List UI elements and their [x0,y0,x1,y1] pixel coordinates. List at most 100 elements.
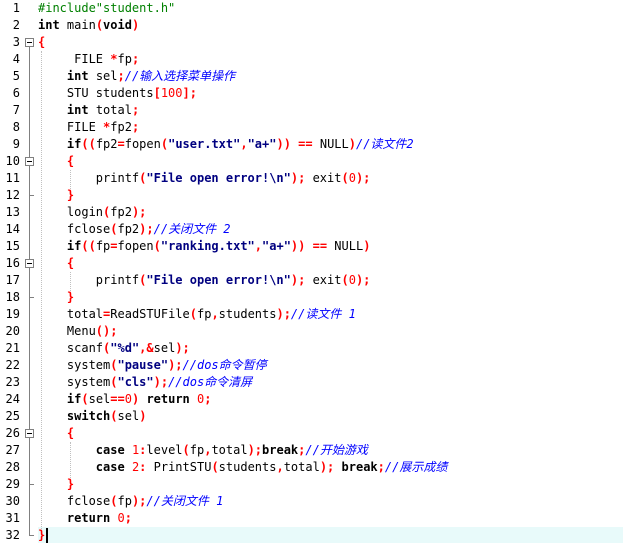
code-line[interactable]: printf("File open error!\n"); exit(0); [38,170,623,187]
code-line[interactable]: } [38,289,623,306]
text-caret [46,528,48,543]
fold-toggle-minus-icon[interactable] [25,38,34,47]
code-token: //关闭文件 2 [153,222,231,236]
code-line[interactable]: case 1:level(fp,total);break;//开始游戏 [38,442,623,459]
code-token: == [312,239,328,253]
code-line[interactable]: switch(sel) [38,408,623,425]
code-line[interactable]: total=ReadSTUFile(fp,students);//读文件 1 [38,306,623,323]
code-token: { [38,35,46,49]
code-token: int [66,69,89,83]
code-token: #include"student.h" [38,1,176,15]
code-token: return [146,392,190,406]
code-line[interactable]: system("cls");//dos命令清屏 [38,374,623,391]
code-token: fp2 [117,222,140,236]
code-line[interactable]: int total; [38,102,623,119]
code-token: )) [290,239,306,253]
code-line[interactable]: system("pause");//dos命令暂停 [38,357,623,374]
fold-toggle-minus-icon[interactable] [25,259,34,268]
code-area[interactable]: #include"student.h" int main(void){ FILE … [38,0,623,543]
line-number: 1 [12,1,20,15]
code-token: ); [168,358,183,372]
code-token: "pause" [117,358,169,372]
code-editor[interactable]: 1 2 3 4 5 6 7 8 9 10 11 12 13 14 15 16 17 18 19 20 21 22 23 24 2… [0,0,623,543]
code-token: == [298,137,313,151]
code-token: //关闭文件 1 [146,494,224,508]
line-number: 20 [5,324,20,338]
code-token: ); [319,460,335,474]
code-line[interactable]: } [38,476,623,493]
code-token: "%d" [110,341,140,355]
code-line[interactable]: scanf("%d",&sel); [38,340,623,357]
code-line[interactable]: FILE *fp; [38,51,623,68]
code-token: ; [377,460,385,474]
code-line[interactable]: if((fp=fopen("ranking.txt","a+")) == NUL… [38,238,623,255]
code-token: ); [175,341,190,355]
code-token: sel [117,409,140,423]
line-number: 22 [5,358,20,372]
code-token: total [88,103,132,117]
code-token: int [66,103,89,117]
code-line[interactable]: fclose(fp2);//关闭文件 2 [38,221,623,238]
code-token: system [38,375,111,389]
code-token: "cls" [117,375,154,389]
line-number: 6 [12,86,20,100]
code-token: ]; [182,86,197,100]
code-token: 0 [117,511,125,525]
code-line[interactable]: int main(void) [38,17,623,34]
line-number: 28 [5,460,20,474]
code-line[interactable]: STU students[100]; [38,85,623,102]
code-token: sel [88,69,118,83]
fold-margin [21,0,37,543]
line-number: 26 [5,426,20,440]
code-line[interactable]: login(fp2); [38,204,623,221]
code-token: fp2 [110,205,132,219]
fold-toggle-minus-icon[interactable] [25,429,34,438]
code-line[interactable]: } [38,187,623,204]
code-token: ) [131,18,140,32]
line-number: 32 [5,528,20,542]
code-token: fp2 [95,137,118,151]
code-line-current[interactable]: } [38,527,623,543]
code-token: students [218,460,277,474]
code-line[interactable]: case 2: PrintSTU(students,total); break;… [38,459,623,476]
code-line[interactable]: int sel;//输入选择菜单操作 [38,68,623,85]
code-line[interactable]: if((fp2=fopen("user.txt","a+")) == NULL)… [38,136,623,153]
indent-guide [70,170,71,189]
fold-toggle-minus-icon[interactable] [25,157,34,166]
line-number: 21 [5,341,20,355]
code-line[interactable]: { [38,425,623,442]
code-line[interactable]: Menu(); [38,323,623,340]
code-token: "user.txt" [168,137,241,151]
code-token: ); [290,171,306,185]
line-number: 29 [5,477,20,491]
fold-range-line [29,268,30,297]
code-token: total [283,460,320,474]
line-number: 3 [12,35,20,49]
line-number: 16 [5,256,20,270]
code-line[interactable]: return 0; [38,510,623,527]
code-token: "ranking.txt" [160,239,255,253]
code-line[interactable]: #include"student.h" [38,0,623,17]
code-line[interactable]: { [38,255,623,272]
code-line[interactable]: { [38,153,623,170]
line-number: 24 [5,392,20,406]
code-line[interactable]: FILE *fp2; [38,119,623,136]
code-token: fopen [124,137,161,151]
code-line[interactable]: printf("File open error!\n"); exit(0); [38,272,623,289]
code-line[interactable]: if(sel==0) return 0; [38,391,623,408]
code-token: ) [363,239,371,253]
code-line[interactable]: { [38,34,623,51]
code-line[interactable]: fclose(fp);//关闭文件 1 [38,493,623,510]
code-token: ); [355,273,371,287]
line-number: 30 [5,494,20,508]
code-token: , [254,239,263,253]
code-token: ); [355,171,371,185]
code-token: //开始游戏 [305,443,368,457]
